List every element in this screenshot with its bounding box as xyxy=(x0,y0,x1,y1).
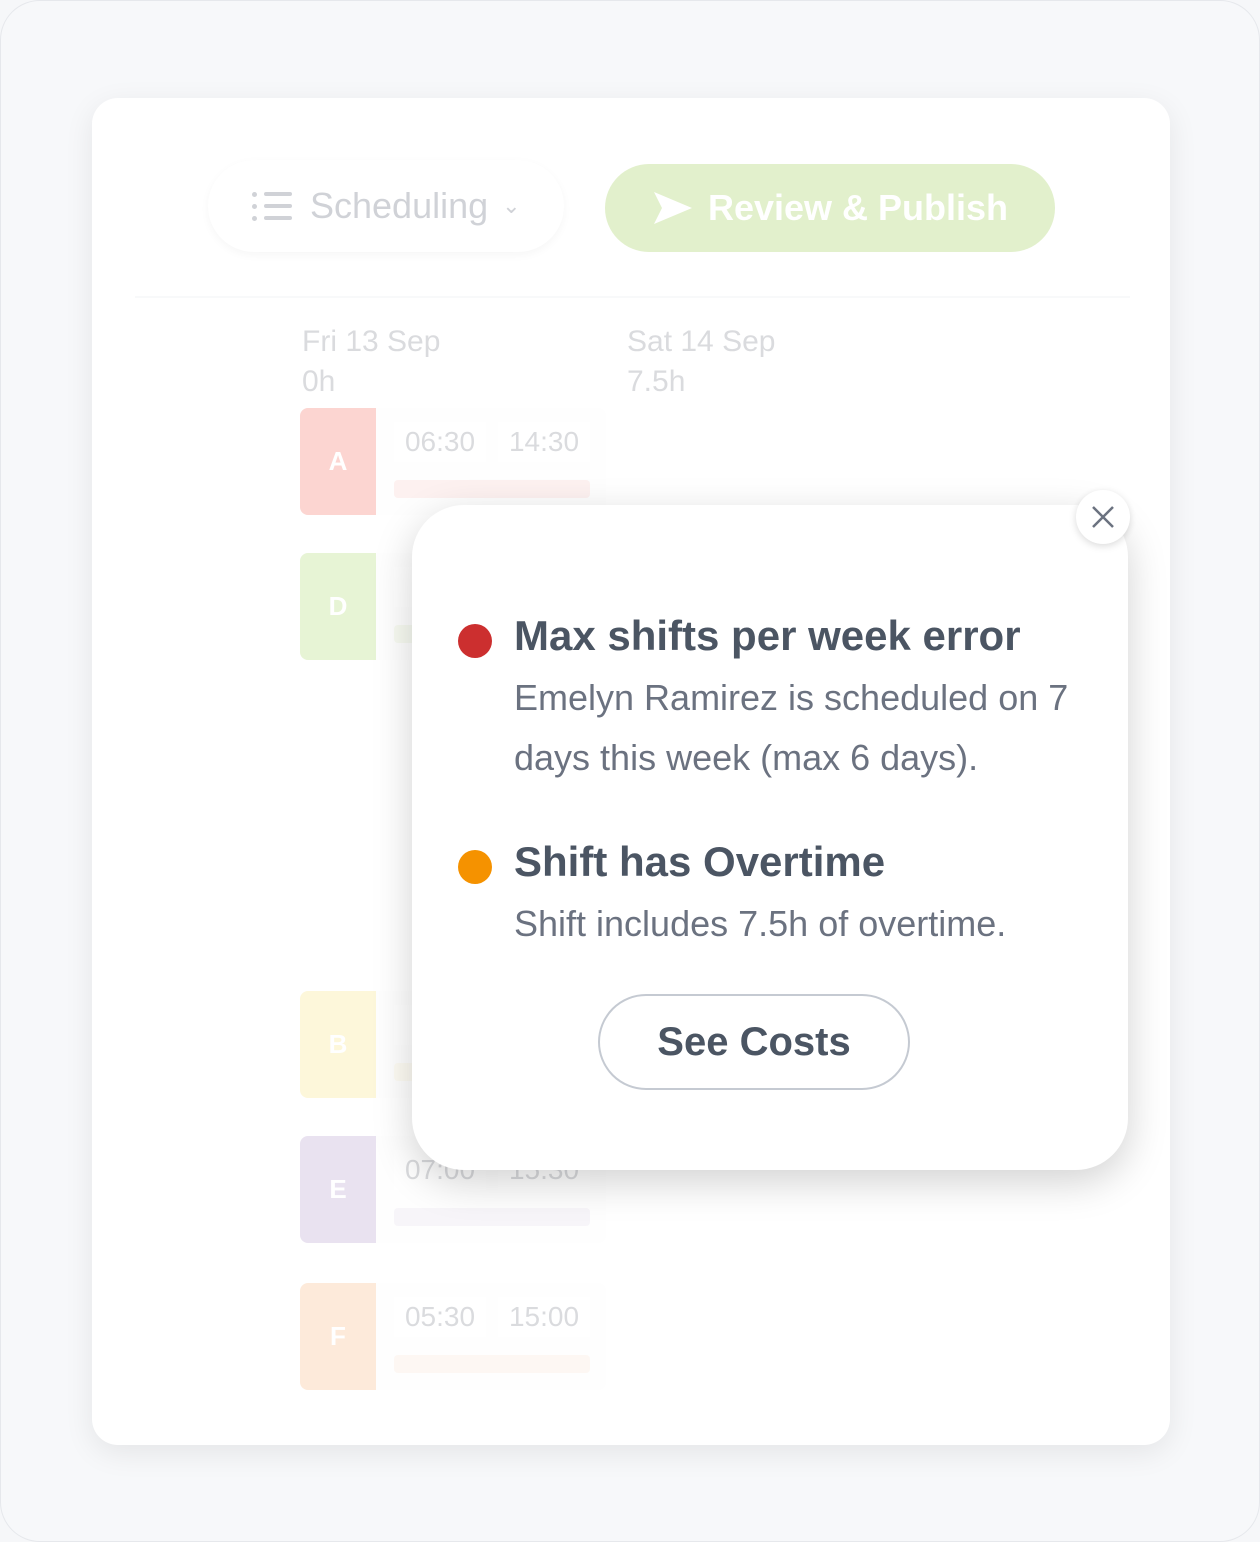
shift-tag: D xyxy=(300,553,376,660)
shift-start: 06:30 xyxy=(394,422,486,462)
error-dot-icon xyxy=(458,624,492,658)
day-header-sat: Sat 14 Sep 7.5h xyxy=(627,322,775,402)
shift-bar xyxy=(394,480,590,498)
shift-end: 15:00 xyxy=(498,1297,590,1337)
day-header-fri: Fri 13 Sep 0h xyxy=(302,322,440,402)
scheduling-view-dropdown[interactable]: Scheduling ⌄ xyxy=(208,160,564,252)
see-costs-button[interactable]: See Costs xyxy=(598,994,910,1090)
shift-bar xyxy=(394,1208,590,1226)
review-publish-button[interactable]: Review & Publish xyxy=(605,164,1055,252)
day-date: Fri 13 Sep xyxy=(302,325,441,358)
day-hours: 0h xyxy=(302,365,336,398)
close-button[interactable] xyxy=(1076,490,1130,544)
chevron-down-icon: ⌄ xyxy=(502,193,521,218)
shift-bar xyxy=(394,1355,590,1373)
issue-description: Emelyn Ramirez is scheduled on 7 days th… xyxy=(514,677,1069,778)
shift-start: 05:30 xyxy=(394,1297,486,1337)
shift-card[interactable]: A 06:30 14:30 xyxy=(300,408,606,515)
day-hours: 7.5h xyxy=(627,365,686,398)
issue-title: Max shifts per week error xyxy=(514,612,1021,659)
shift-tag: A xyxy=(300,408,376,515)
shift-tag: E xyxy=(300,1136,376,1243)
send-icon xyxy=(653,192,692,224)
shift-tag: B xyxy=(300,991,376,1098)
close-icon xyxy=(1092,506,1114,528)
shift-card[interactable]: F 05:30 15:00 xyxy=(300,1283,606,1390)
list-icon xyxy=(252,190,292,222)
publish-label: Review & Publish xyxy=(707,187,1009,228)
divider xyxy=(135,296,1130,298)
issue-title: Shift has Overtime xyxy=(514,838,886,885)
scheduling-label: Scheduling xyxy=(310,185,489,226)
day-date: Sat 14 Sep xyxy=(627,325,776,358)
warning-dot-icon xyxy=(458,850,492,884)
issue-description: Shift includes 7.5h of overtime. xyxy=(514,903,1007,944)
shift-end: 14:30 xyxy=(498,422,590,462)
shift-tag: F xyxy=(300,1283,376,1390)
